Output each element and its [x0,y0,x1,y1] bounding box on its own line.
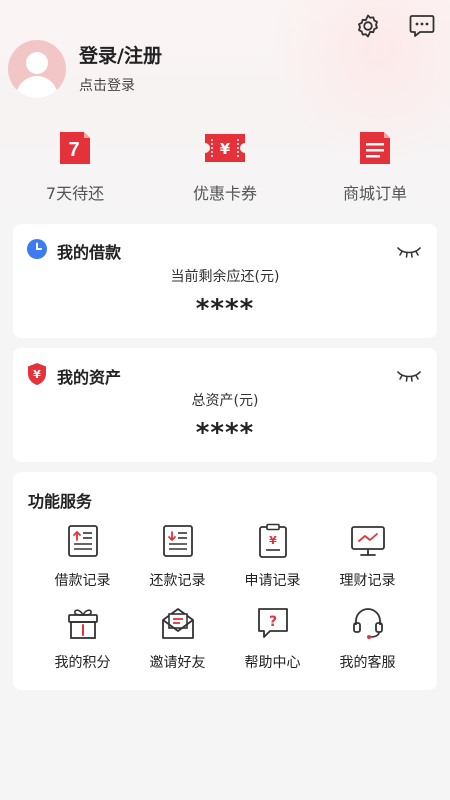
svg-text:7: 7 [68,139,79,161]
order-list-icon [357,128,393,168]
service-help-center[interactable]: ? 帮助中心 [225,604,320,672]
quick-label-coupons: 优惠卡券 [192,184,257,203]
services-card: 功能服务 借款记录 还款记录 ¥ 申请记录 理财记录 我的积分 邀请好友 ? 帮… [13,472,437,690]
quick-item-coupons[interactable]: ¥ 优惠卡券 [150,128,300,204]
quick-item-7day-due[interactable]: 7 7天待还 [0,128,150,204]
clock-icon [26,238,48,264]
quick-label-7day-due: 7天待还 [45,184,105,203]
coupon-icon: ¥ [203,128,247,168]
message-icon[interactable] [408,12,436,40]
avatar[interactable] [8,40,66,98]
finance-record-icon [350,522,386,560]
svg-text:¥: ¥ [269,534,277,547]
loan-subtitle: 当前剩余应还(元) [170,269,280,285]
service-label: 帮助中心 [244,655,301,671]
invite-icon [160,604,196,642]
my-loan-card[interactable]: 我的借款 当前剩余应还(元) **** [13,224,437,338]
quick-item-mall-orders[interactable]: 商城订单 [300,128,450,204]
assets-subtitle: 总资产(元) [191,393,259,409]
borrow-record-icon [65,522,101,560]
service-repay-record[interactable]: 还款记录 [130,522,225,590]
service-label: 邀请好友 [149,655,206,671]
repay-record-icon [160,522,196,560]
service-finance-record[interactable]: 理财记录 [320,522,415,590]
eye-closed-icon[interactable] [397,244,421,263]
loan-value: **** [195,294,255,324]
service-label: 理财记录 [339,573,396,589]
apply-record-icon: ¥ [255,522,291,560]
quick-actions: 7 7天待还 ¥ 优惠卡券 商城订单 [0,128,450,204]
service-apply-record[interactable]: ¥ 申请记录 [225,522,320,590]
service-label: 我的客服 [339,655,396,671]
svg-text:?: ? [268,614,276,630]
service-label: 我的积分 [54,655,111,671]
eye-closed-icon[interactable] [397,368,421,387]
service-label: 借款记录 [54,573,111,589]
service-label: 申请记录 [244,573,301,589]
svg-text:¥: ¥ [220,140,231,158]
profile-login[interactable]: 登录/注册 点击登录 [8,40,162,98]
svg-text:¥: ¥ [33,368,41,381]
login-subtitle[interactable]: 点击登录 [79,75,162,95]
shield-yen-icon: ¥ [26,362,48,390]
service-my-points[interactable]: 我的积分 [35,604,130,672]
my-loan-title: 我的借款 [57,243,122,262]
my-assets-title: 我的资产 [57,368,122,387]
service-invite-friends[interactable]: 邀请好友 [130,604,225,672]
gear-icon[interactable] [354,12,382,40]
services-title: 功能服务 [28,492,93,511]
headset-icon [350,604,386,642]
service-label: 还款记录 [149,573,206,589]
help-icon: ? [255,604,291,642]
header-actions [354,12,436,40]
login-register-title[interactable]: 登录/注册 [79,43,162,69]
service-customer-service[interactable]: 我的客服 [320,604,415,672]
calendar-7-icon: 7 [57,128,93,168]
service-borrow-record[interactable]: 借款记录 [35,522,130,590]
gift-icon [65,604,101,642]
quick-label-mall-orders: 商城订单 [342,184,407,203]
assets-value: **** [195,418,255,448]
my-assets-card[interactable]: ¥ 我的资产 总资产(元) **** [13,348,437,462]
